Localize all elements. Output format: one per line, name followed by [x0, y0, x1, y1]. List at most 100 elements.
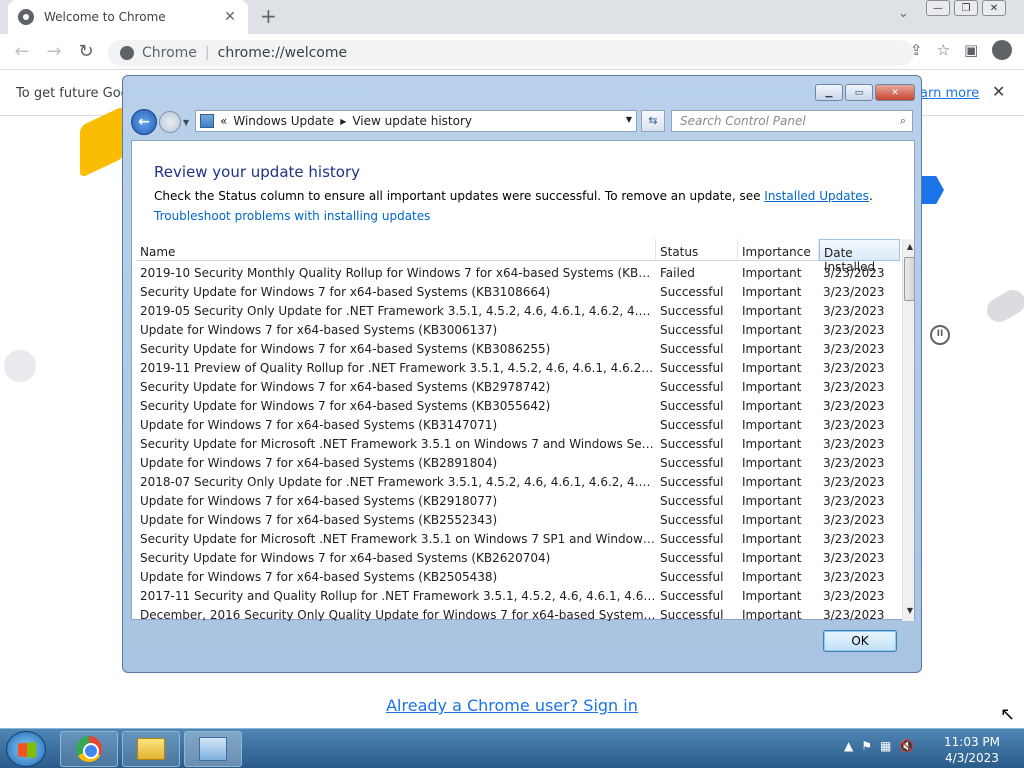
column-header-status[interactable]: Status — [656, 239, 738, 261]
cell-date: 3/23/2023 — [823, 550, 885, 565]
infobar-text: To get future Goog — [16, 86, 137, 101]
table-row[interactable]: 2019-10 Security Monthly Quality Rollup … — [136, 263, 900, 282]
address-dropdown-icon[interactable]: ▼ — [626, 115, 632, 124]
table-row[interactable]: December, 2016 Security Only Quality Upd… — [136, 605, 900, 622]
omnibox-site-chip: Chrome — [142, 45, 197, 61]
restore-button[interactable]: ❐ — [954, 0, 978, 16]
taskbar-explorer-button[interactable] — [122, 731, 180, 767]
cell-importance: Important — [742, 322, 802, 337]
bookmark-star-icon[interactable]: ☆ — [937, 41, 950, 59]
breadcrumb-windows-update[interactable]: Windows Update — [233, 114, 334, 128]
search-icon[interactable]: ⌕ — [900, 114, 906, 128]
new-tab-button[interactable]: + — [260, 4, 277, 28]
control-panel-icon — [199, 737, 227, 761]
volume-muted-icon[interactable]: 🔇 — [899, 739, 914, 753]
taskbar-control-panel-button[interactable] — [184, 731, 242, 767]
table-row[interactable]: 2017-11 Security and Quality Rollup for … — [136, 586, 900, 605]
table-row[interactable]: 2019-05 Security Only Update for .NET Fr… — [136, 301, 900, 320]
vertical-scrollbar[interactable]: ▲ ▼ — [902, 239, 914, 621]
cell-importance: Important — [742, 512, 802, 527]
scroll-thumb[interactable] — [904, 257, 914, 301]
dialog-minimize-button[interactable]: ▁ — [815, 84, 843, 101]
dialog-maximize-button[interactable]: ▭ — [845, 84, 873, 101]
cell-status: Successful — [660, 607, 724, 622]
back-arrow-icon[interactable]: ← — [6, 41, 38, 62]
action-center-flag-icon[interactable]: ⚑ — [861, 739, 872, 753]
table-row[interactable]: Security Update for Windows 7 for x64-ba… — [136, 282, 900, 301]
cell-date: 3/23/2023 — [823, 284, 885, 299]
network-icon[interactable]: ▦ — [880, 739, 891, 753]
table-row[interactable]: Update for Windows 7 for x64-based Syste… — [136, 491, 900, 510]
cell-importance: Important — [742, 493, 802, 508]
learn-more-link[interactable]: earn more — [912, 86, 979, 101]
site-info-icon[interactable] — [120, 46, 134, 60]
address-bar[interactable]: « Windows Update ▶ View update history ▼ — [195, 110, 637, 132]
table-row[interactable]: Update for Windows 7 for x64-based Syste… — [136, 510, 900, 529]
installed-updates-link[interactable]: Installed Updates — [764, 189, 869, 203]
table-row[interactable]: Update for Windows 7 for x64-based Syste… — [136, 567, 900, 586]
breadcrumb-view-history[interactable]: View update history — [352, 114, 472, 128]
infobar-close-icon[interactable]: ✕ — [992, 82, 1005, 101]
cell-status: Successful — [660, 550, 724, 565]
breadcrumb-prefix[interactable]: « — [220, 114, 227, 128]
cell-importance: Important — [742, 398, 802, 413]
cell-date: 3/23/2023 — [823, 474, 885, 489]
forward-arrow-icon[interactable]: → — [38, 41, 70, 62]
reload-icon[interactable]: ↻ — [70, 41, 102, 62]
side-panel-icon[interactable]: ▣ — [964, 41, 978, 59]
tab-close-icon[interactable]: ✕ — [222, 9, 238, 25]
refresh-icon[interactable]: ⇆ — [641, 110, 665, 132]
back-button[interactable]: ← — [131, 109, 157, 135]
table-row[interactable]: Security Update for Windows 7 for x64-ba… — [136, 548, 900, 567]
scroll-down-icon[interactable]: ▼ — [903, 603, 914, 619]
profile-avatar-icon[interactable] — [992, 40, 1013, 60]
table-row[interactable]: Security Update for Windows 7 for x64-ba… — [136, 339, 900, 358]
taskbar-clock[interactable]: 11:03 PM 4/3/2023 — [936, 734, 1008, 766]
cell-name: 2019-10 Security Monthly Quality Rollup … — [140, 265, 656, 280]
page-title: Review your update history — [154, 163, 360, 181]
start-button[interactable] — [6, 731, 46, 767]
animation-pause-icon[interactable]: II — [930, 325, 950, 345]
dialog-close-button[interactable]: ✕ — [875, 84, 915, 101]
decorative-grey-circle — [4, 350, 36, 382]
mouse-pointer-icon: ↖ — [1000, 704, 1016, 725]
table-row[interactable]: Update for Windows 7 for x64-based Syste… — [136, 320, 900, 339]
recent-pages-dropdown-icon[interactable]: ▼ — [183, 118, 189, 127]
cell-date: 3/23/2023 — [823, 531, 885, 546]
troubleshoot-link[interactable]: Troubleshoot problems with installing up… — [154, 209, 430, 223]
close-button[interactable]: ✕ — [982, 0, 1006, 16]
cell-importance: Important — [742, 341, 802, 356]
show-hidden-icons[interactable]: ▲ — [844, 739, 853, 753]
table-row[interactable]: 2019-11 Preview of Quality Rollup for .N… — [136, 358, 900, 377]
table-row[interactable]: Security Update for Microsoft .NET Frame… — [136, 434, 900, 453]
table-row[interactable]: Security Update for Windows 7 for x64-ba… — [136, 377, 900, 396]
forward-button[interactable] — [159, 111, 181, 133]
table-row[interactable]: Update for Windows 7 for x64-based Syste… — [136, 415, 900, 434]
cell-status: Successful — [660, 398, 724, 413]
table-row[interactable]: 2018-07 Security Only Update for .NET Fr… — [136, 472, 900, 491]
minimize-button[interactable]: — — [926, 0, 950, 16]
table-row[interactable]: Security Update for Windows 7 for x64-ba… — [136, 396, 900, 415]
cell-date: 3/23/2023 — [823, 512, 885, 527]
sign-in-link[interactable]: Already a Chrome user? Sign in — [0, 696, 1024, 715]
update-history-window: ▁ ▭ ✕ ← ▼ « Windows Update ▶ View update… — [122, 75, 922, 673]
column-header-name[interactable]: Name — [136, 239, 656, 261]
scroll-up-icon[interactable]: ▲ — [903, 239, 914, 255]
table-row[interactable]: Update for Windows 7 for x64-based Syste… — [136, 453, 900, 472]
search-input[interactable]: Search Control Panel ⌕ — [671, 110, 913, 132]
ok-button[interactable]: OK — [823, 630, 897, 652]
cell-status: Successful — [660, 588, 724, 603]
omnibox[interactable]: Chrome | chrome://welcome — [108, 40, 914, 66]
tab-search-chevron-icon[interactable]: ⌄ — [898, 6, 909, 21]
share-icon[interactable]: ⇪ — [910, 41, 923, 59]
cell-status: Successful — [660, 360, 724, 375]
column-header-date-installed[interactable]: Date Installed — [819, 239, 900, 274]
cell-status: Successful — [660, 379, 724, 394]
taskbar-chrome-button[interactable] — [60, 731, 118, 767]
table-row[interactable]: Security Update for Microsoft .NET Frame… — [136, 529, 900, 548]
column-header-importance[interactable]: Importance — [738, 239, 819, 261]
cell-name: Security Update for Windows 7 for x64-ba… — [140, 341, 551, 356]
breadcrumb-arrow-icon[interactable]: ▶ — [340, 117, 346, 126]
tab-welcome[interactable]: Welcome to Chrome ✕ — [8, 0, 248, 34]
decorative-yellow-shape — [80, 105, 124, 179]
